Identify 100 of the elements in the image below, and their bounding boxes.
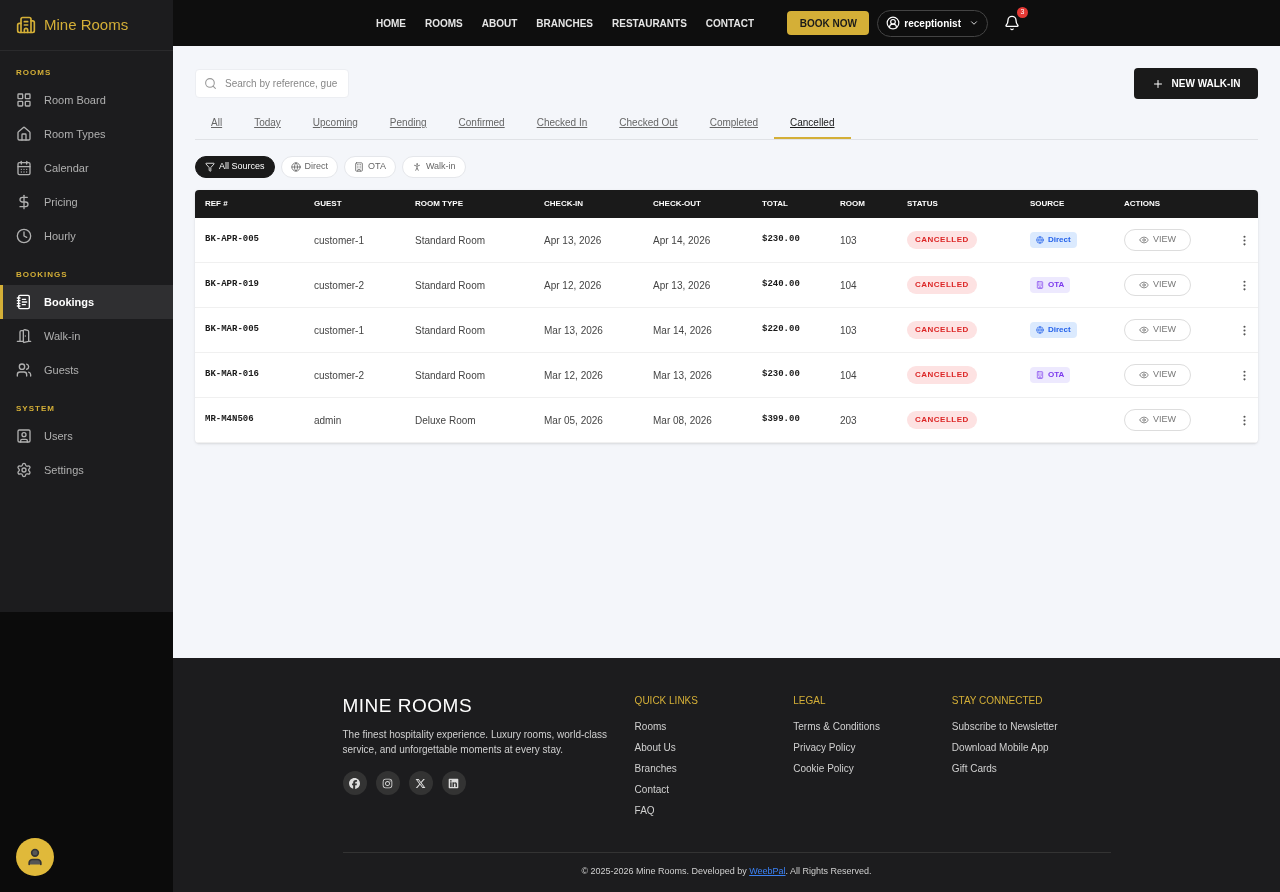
column-header: ROOM	[840, 198, 866, 210]
column-header: ACTIONS	[1124, 198, 1161, 210]
linkedin-link[interactable]	[441, 771, 466, 795]
table-cell-text: $399.00	[762, 413, 801, 427]
eye-icon	[1139, 370, 1149, 380]
nav-link[interactable]: CONTACT	[705, 15, 754, 31]
table-cell-text: Standard Room	[415, 323, 487, 338]
column-header: CHECK-IN	[544, 198, 585, 210]
source-filter[interactable]: Walk-in	[401, 156, 466, 178]
table-cell-text: BK-APR-005	[205, 233, 260, 247]
globe-icon	[1036, 236, 1044, 244]
walking-person-icon	[411, 162, 422, 172]
nav-link[interactable]: ROOMS	[425, 15, 463, 31]
clock-icon	[16, 228, 32, 244]
developer-link[interactable]: WeebPal	[749, 865, 786, 876]
source-filter[interactable]: Direct	[280, 156, 339, 178]
instagram-icon	[382, 777, 393, 789]
source-filter[interactable]: OTA	[344, 156, 396, 178]
column-header: STATUS	[907, 198, 939, 210]
sidebar-item[interactable]: Room Board	[0, 83, 173, 117]
tab[interactable]: Checked Out	[603, 115, 694, 139]
sidebar-item[interactable]: Settings	[0, 453, 173, 487]
table-cell-text: Mar 14, 2026	[653, 323, 713, 338]
linkedin-icon	[448, 777, 459, 789]
eye-icon	[1139, 325, 1149, 335]
table-cell-text: customer-1	[314, 233, 365, 248]
column-header: REF #	[205, 198, 229, 210]
footer-link[interactable]: Subscribe to Newsletter	[951, 720, 1111, 733]
status-badge: CANCELLED	[907, 366, 977, 384]
footer-link[interactable]: Branches	[634, 762, 794, 775]
nav-link[interactable]: BRANCHES	[536, 15, 593, 31]
avatar-button[interactable]	[16, 838, 54, 876]
table-cell-text: BK-MAR-016	[205, 368, 260, 382]
nav-link[interactable]: RESTAURANTS	[612, 15, 687, 31]
notebook-icon	[16, 294, 32, 310]
status-badge: CANCELLED	[907, 411, 977, 429]
tab[interactable]: Confirmed	[442, 115, 521, 139]
footer-link[interactable]: Privacy Policy	[793, 741, 952, 754]
source-badge: Direct	[1030, 232, 1077, 248]
facebook-link[interactable]	[342, 771, 367, 795]
footer-link[interactable]: Contact	[634, 783, 794, 796]
nav-link[interactable]: HOME	[376, 15, 406, 31]
table-cell-text: Deluxe Room	[415, 413, 477, 428]
table-cell-text: Mar 05, 2026	[544, 413, 604, 428]
sidebar-item[interactable]: Walk-in	[0, 319, 173, 353]
footer-link[interactable]: About Us	[634, 741, 794, 754]
sidebar-item[interactable]: Calendar	[0, 151, 173, 185]
sidebar-item[interactable]: Users	[0, 419, 173, 453]
column-header: GUEST	[314, 198, 343, 210]
table-cell-text: Mar 13, 2026	[653, 368, 713, 383]
bell-icon[interactable]	[1004, 15, 1020, 31]
sidebar-item[interactable]: Hourly	[0, 219, 173, 253]
tab[interactable]: Upcoming	[296, 115, 374, 139]
section-heading: ROOMS	[15, 67, 53, 79]
eye-icon	[1139, 280, 1149, 290]
section-heading: BOOKINGS	[15, 269, 69, 281]
table-cell-text: $220.00	[762, 323, 801, 337]
tab[interactable]: Pending	[373, 115, 443, 139]
table-cell-text: customer-2	[314, 278, 365, 293]
footer-link[interactable]: Download Mobile App	[951, 741, 1111, 754]
table-cell-text: 104	[840, 278, 858, 293]
door-icon	[16, 328, 32, 344]
new-walk-in-button[interactable]: NEW WALK-IN	[1134, 68, 1258, 99]
table-cell-text: Standard Room	[415, 233, 487, 248]
table-cell-text: customer-2	[314, 368, 365, 383]
book-now-button[interactable]: BOOK NOW	[787, 11, 870, 35]
sidebar-item[interactable]: Room Types	[0, 117, 173, 151]
section-heading: SYSTEM	[15, 403, 56, 415]
source-filter[interactable]: All Sources	[195, 156, 275, 178]
tab[interactable]: Today	[238, 115, 297, 139]
brand-name: Mine Rooms	[44, 14, 129, 35]
person-icon	[25, 847, 45, 867]
tab[interactable]: Checked In	[520, 115, 604, 139]
x-link[interactable]	[408, 771, 433, 795]
people-icon	[16, 362, 32, 378]
search-field[interactable]: Search by reference, gue	[195, 69, 349, 98]
footer-link[interactable]: Rooms	[634, 720, 794, 733]
table-cell-text: $230.00	[762, 233, 801, 247]
nav-link[interactable]: ABOUT	[481, 15, 518, 31]
footer-link[interactable]: FAQ	[634, 804, 794, 817]
footer-link[interactable]: Gift Cards	[951, 762, 1111, 775]
tab[interactable]: Cancelled	[774, 115, 851, 139]
tab[interactable]: Completed	[693, 115, 774, 139]
source-badge: OTA	[1030, 367, 1071, 383]
sidebar-item[interactable]: Bookings	[0, 285, 173, 319]
source-badge: OTA	[1030, 277, 1071, 293]
table-cell-text: 103	[840, 233, 858, 248]
user-icon	[886, 16, 901, 30]
footer-link[interactable]: Terms & Conditions	[793, 720, 952, 733]
status-badge: CANCELLED	[907, 231, 977, 249]
sidebar-item[interactable]: Pricing	[0, 185, 173, 219]
building-icon	[1036, 281, 1044, 289]
footer-heading: LEGAL	[793, 696, 827, 706]
sidebar-item[interactable]: Guests	[0, 353, 173, 387]
tab[interactable]: All	[195, 115, 239, 139]
table-cell-text: Mar 12, 2026	[544, 368, 604, 383]
footer-link[interactable]: Cookie Policy	[793, 762, 952, 775]
table-cell-text: 104	[840, 368, 858, 383]
eye-icon	[1139, 415, 1149, 425]
instagram-link[interactable]	[375, 771, 400, 795]
